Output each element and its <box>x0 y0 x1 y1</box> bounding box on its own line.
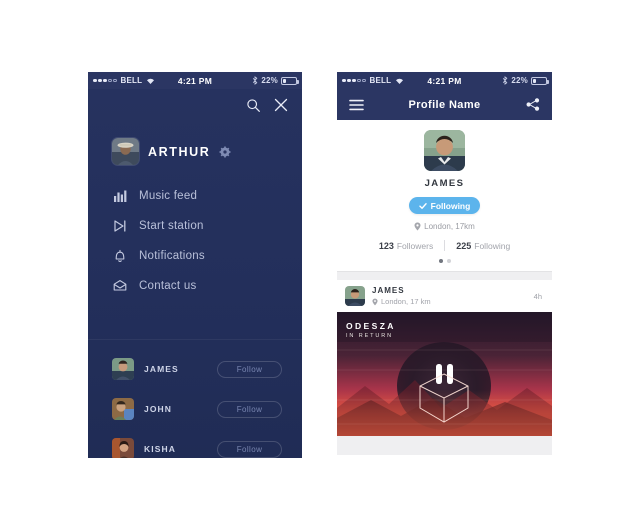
profile-stats: 123 Followers 225 Following <box>337 240 552 251</box>
play-next-icon <box>112 219 127 234</box>
sidebar-label-contact-us: Contact us <box>139 280 197 292</box>
map-pin-icon <box>372 298 378 305</box>
list-item[interactable]: JOHN Follow <box>88 389 302 429</box>
status-right-group: 22% <box>502 76 549 85</box>
odesza-in-return-artwork[interactable]: ODESZA IN RETURN <box>337 312 552 436</box>
feed-post: JAMES London, 17 km 4h ODESZA IN RETURN <box>337 280 552 436</box>
battery-icon <box>531 76 549 85</box>
profile-screen-body: Profile Name JAMES Following London, 17k… <box>337 89 552 455</box>
following-count: 225 <box>456 240 472 251</box>
album-tag: ODESZA IN RETURN <box>346 321 396 339</box>
album-subtitle: IN RETURN <box>346 333 394 339</box>
album-title: ODESZA <box>346 321 396 331</box>
post-location: London, 17 km <box>372 297 431 306</box>
sidebar-item-start-station[interactable]: Start station <box>88 211 302 241</box>
drawer-menu: Music feed Start station Notifications C… <box>88 181 302 301</box>
bluetooth-icon <box>503 76 508 85</box>
search-icon[interactable] <box>246 98 261 113</box>
profile-user-name: JAMES <box>424 178 465 189</box>
followers-stat[interactable]: 123 Followers <box>368 241 444 251</box>
pager-dot-active[interactable] <box>438 259 443 263</box>
right-phone-screen: BELL 4:21 PM 22% Profile Name JAMES Foll… <box>337 72 552 455</box>
envelope-icon <box>112 279 127 294</box>
hamburger-menu-icon[interactable] <box>349 99 364 111</box>
page-title: Profile Name <box>408 98 481 111</box>
friend-name: JAMES <box>144 364 179 374</box>
profile-location-label: London, 17km <box>424 222 475 231</box>
list-item[interactable]: KISHA Follow <box>88 429 302 458</box>
status-right-group: 22% <box>252 76 299 85</box>
map-pin-icon <box>414 222 421 231</box>
profile-card: JAMES Following London, 17km 123 Followe… <box>337 120 552 272</box>
share-icon[interactable] <box>526 98 540 111</box>
post-header: JAMES London, 17 km 4h <box>337 280 552 312</box>
following-button-label: Following <box>430 200 471 211</box>
sidebar-item-notifications[interactable]: Notifications <box>88 241 302 271</box>
left-status-bar: BELL 4:21 PM 22% <box>88 72 302 89</box>
bluetooth-icon <box>253 76 258 85</box>
followers-count: 123 <box>378 240 394 251</box>
james-post-avatar[interactable] <box>345 286 365 306</box>
post-timestamp: 4h <box>533 291 542 301</box>
james-profile-avatar[interactable] <box>424 130 465 171</box>
follow-button[interactable]: Follow <box>217 400 282 418</box>
kisha-avatar <box>112 438 134 458</box>
post-location-label: London, 17 km <box>381 297 431 306</box>
check-icon <box>418 202 427 209</box>
right-status-bar: BELL 4:21 PM 22% <box>337 72 552 89</box>
sidebar-label-music-feed: Music feed <box>139 190 198 202</box>
john-avatar <box>112 398 134 420</box>
sidebar-label-start-station: Start station <box>139 220 204 232</box>
friends-list: JAMES Follow JOHN Follow KISHA Follow <box>88 341 302 458</box>
sidebar-item-music-feed[interactable]: Music feed <box>88 181 302 211</box>
arthur-avatar <box>112 138 139 165</box>
sidebar-item-contact-us[interactable]: Contact us <box>88 271 302 301</box>
drawer-top-actions <box>88 89 302 121</box>
post-author: JAMES <box>372 286 405 295</box>
screenshot-canvas: BELL 4:21 PM 22% ARTHUR Music feed Start… <box>0 0 640 512</box>
post-meta: JAMES London, 17 km <box>372 286 431 306</box>
james-avatar <box>112 358 134 380</box>
gear-icon[interactable] <box>219 146 231 158</box>
profile-location: London, 17km <box>337 222 552 231</box>
follow-button[interactable]: Follow <box>217 360 282 378</box>
drawer-divider <box>88 339 302 340</box>
profile-pager[interactable] <box>337 259 552 263</box>
profile-navbar: Profile Name <box>337 89 552 120</box>
following-button[interactable]: Following <box>409 197 480 214</box>
following-label: Following <box>474 240 511 251</box>
followers-label: Followers <box>396 240 434 251</box>
follow-button[interactable]: Follow <box>217 440 282 458</box>
friend-name: JOHN <box>144 404 173 414</box>
sidebar-label-notifications: Notifications <box>139 250 205 262</box>
battery-percent-label: 22% <box>261 76 278 85</box>
bar-chart-icon <box>112 189 127 204</box>
friend-name: KISHA <box>144 444 176 454</box>
pager-dot[interactable] <box>446 259 451 263</box>
bell-icon <box>112 249 127 264</box>
list-item[interactable]: JAMES Follow <box>88 349 302 389</box>
battery-percent-label: 22% <box>511 76 528 85</box>
left-phone-screen: BELL 4:21 PM 22% ARTHUR Music feed Start… <box>88 72 302 458</box>
drawer-profile-row[interactable]: ARTHUR <box>88 121 302 165</box>
battery-icon <box>281 76 299 85</box>
drawer-profile-name: ARTHUR <box>148 144 211 159</box>
left-drawer-body: ARTHUR Music feed Start station Notifica… <box>88 89 302 458</box>
close-icon[interactable] <box>274 98 288 112</box>
following-stat[interactable]: 225 Following <box>445 241 521 251</box>
feed-separator <box>337 272 552 280</box>
